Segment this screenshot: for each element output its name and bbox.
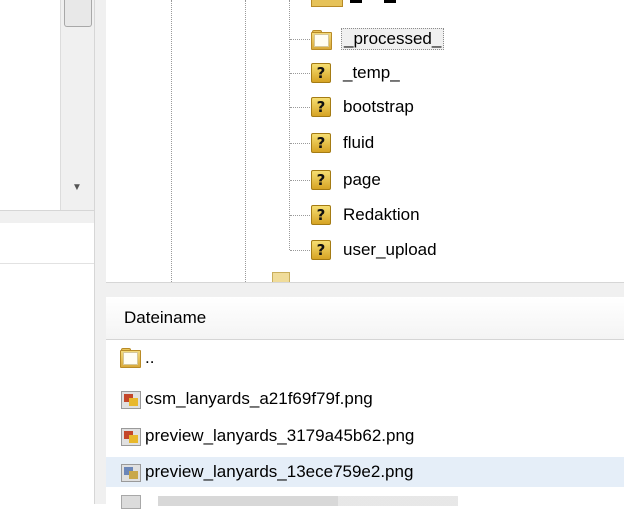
- unknown-folder-icon: ?: [311, 133, 331, 153]
- tree-item-temp[interactable]: ? _temp_: [311, 59, 400, 87]
- column-header-label: Dateiname: [124, 308, 207, 327]
- tree-guide-line: [171, 0, 172, 282]
- tree-item-label: user_upload: [343, 240, 437, 259]
- tree-item-label: _processed_: [341, 28, 445, 50]
- unknown-folder-icon: ?: [311, 97, 331, 117]
- cut-off-file-name: [158, 496, 458, 506]
- scroll-down-arrow-icon[interactable]: ▼: [64, 178, 90, 198]
- left-lower-pane: [0, 223, 94, 263]
- tree-item-fluid[interactable]: ? fluid: [311, 129, 374, 157]
- tree-guide-line: [245, 0, 246, 282]
- file-row[interactable]: preview_lanyards_3179a45b62.png: [106, 421, 624, 451]
- tree-guide-line: [289, 0, 290, 250]
- png-file-icon: [121, 391, 141, 409]
- left-scrollbar-thumb[interactable]: [64, 0, 92, 27]
- cut-off-label: [350, 0, 362, 3]
- tree-item-label: bootstrap: [343, 97, 414, 116]
- left-lower-divider: [0, 263, 94, 264]
- tree-guide-line: [290, 73, 310, 74]
- tree-item-redaktion[interactable]: ? Redaktion: [311, 201, 420, 229]
- unknown-folder-icon: ?: [311, 240, 331, 260]
- png-file-icon: [121, 464, 141, 482]
- cut-off-label: [384, 0, 396, 3]
- tree-guide-line: [290, 39, 310, 40]
- left-pane-separator[interactable]: [0, 210, 94, 224]
- tree-item-label: page: [343, 170, 381, 189]
- tree-item-label: Redaktion: [343, 205, 420, 224]
- file-name: csm_lanyards_a21f69f79f.png: [145, 389, 373, 408]
- tree-item-processed[interactable]: _processed_: [311, 25, 445, 53]
- tree-guide-line: [290, 143, 310, 144]
- folder-icon: [311, 0, 343, 7]
- file-row-parent[interactable]: ..: [106, 343, 624, 373]
- tree-item-page[interactable]: ? page: [311, 166, 381, 194]
- unknown-folder-icon: ?: [311, 205, 331, 225]
- file-name: ..: [145, 348, 155, 367]
- tree-item-label: fluid: [343, 133, 375, 152]
- horizontal-splitter[interactable]: [106, 282, 624, 298]
- unknown-folder-icon: ?: [311, 63, 331, 83]
- file-row[interactable]: csm_lanyards_a21f69f79f.png: [106, 384, 624, 414]
- png-file-icon: [121, 428, 141, 446]
- tree-guide-line: [290, 107, 310, 108]
- tree-guide-line: [290, 180, 310, 181]
- file-row-selected[interactable]: preview_lanyards_13ece759e2.png: [106, 457, 624, 487]
- tree-item-bootstrap[interactable]: ? bootstrap: [311, 93, 414, 121]
- tree-guide-line: [290, 215, 310, 216]
- parent-folder-icon: [120, 348, 141, 368]
- png-file-icon: [121, 495, 141, 509]
- tree-guide-line: [290, 250, 310, 251]
- tree-item-label: _temp_: [343, 63, 400, 82]
- file-name: preview_lanyards_3179a45b62.png: [145, 426, 415, 445]
- tree-item-user-upload[interactable]: ? user_upload: [311, 236, 437, 264]
- unknown-folder-icon: ?: [311, 170, 331, 190]
- file-name: preview_lanyards_13ece759e2.png: [145, 462, 414, 481]
- folder-icon: [311, 30, 332, 50]
